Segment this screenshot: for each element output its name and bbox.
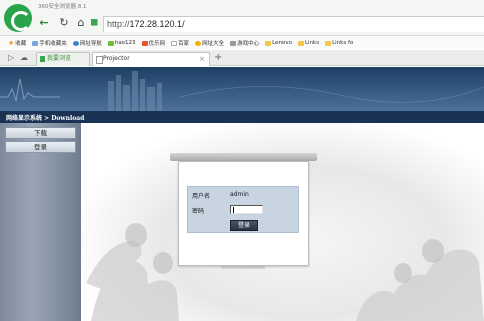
tab-projector[interactable]: Projector × <box>92 52 210 66</box>
browser-window: 360安全浏览器 8.1 ← ↻ ⌂ ◼ http://172.28.120.1… <box>0 0 484 321</box>
tab-label: 我要浏览 <box>47 55 72 62</box>
browser-logo-icon <box>4 4 32 32</box>
sidebar: 下载 登录 <box>0 123 81 321</box>
main-content: 用户名 admin 密码 登录 <box>81 123 484 321</box>
bookmark-links[interactable]: Links <box>297 40 320 46</box>
bookmark-links-fo[interactable]: Links fo <box>325 40 353 46</box>
bookmark-mobile[interactable]: 手机收藏夹 <box>32 39 67 47</box>
back-arrow-icon[interactable]: ← <box>38 17 50 29</box>
username-value: admin <box>230 191 249 198</box>
skyline-decoration <box>0 71 484 111</box>
tab-label: Projector <box>103 55 130 62</box>
sidebar-item-login[interactable]: 登录 <box>5 141 76 153</box>
password-label: 密码 <box>192 208 205 215</box>
close-icon[interactable]: × <box>199 53 205 65</box>
bookmark-label: 游戏中心 <box>237 41 260 47</box>
login-button[interactable]: 登录 <box>230 220 258 231</box>
page-icon <box>171 40 178 46</box>
new-tab-button[interactable]: + <box>214 52 222 63</box>
folder-icon <box>265 40 272 46</box>
globe-icon <box>72 40 79 46</box>
login-form: 用户名 admin 密码 登录 <box>187 186 299 233</box>
bookmark-label: 网址导航 <box>79 41 102 47</box>
app-title: 360安全浏览器 8.1 <box>38 4 87 10</box>
bookmark-nav[interactable]: 网址导航 <box>72 39 102 47</box>
breadcrumb-bar: 网络显示系统 > Download <box>0 111 484 123</box>
bookmark-label: Lenovo <box>272 40 292 46</box>
security-shield-icon[interactable]: ◼ <box>90 17 100 29</box>
bookmark-label: Links fo <box>332 40 354 46</box>
bookmarks-bar: ★ 收藏 手机收藏夹 网址导航 hao123 优乐网 百家 网址大全 游戏中心 L… <box>0 37 484 49</box>
hao123-icon <box>107 40 114 46</box>
tab-bar: ▷ ☁ 我要浏览 Projector × + <box>0 50 484 66</box>
username-label: 用户名 <box>192 193 211 200</box>
address-bar[interactable]: http://172.28.120.1/ <box>103 16 484 32</box>
bookmark-games[interactable]: 游戏中心 <box>230 39 259 47</box>
browser-titlebar: 360安全浏览器 8.1 ← ↻ ⌂ ◼ http://172.28.120.1… <box>0 0 484 36</box>
bookmark-label: 网址大全 <box>202 41 225 47</box>
bookmark-label: 百家 <box>178 41 190 47</box>
bookmark-lenovo[interactable]: Lenovo <box>265 40 292 46</box>
bookmark-daquan[interactable]: 网址大全 <box>195 39 224 47</box>
projector-screen-case <box>170 153 317 161</box>
bookmark-label: hao123 <box>114 40 136 46</box>
password-input[interactable] <box>230 205 263 214</box>
gamepad-icon <box>230 40 237 46</box>
sidebar-item-download[interactable]: 下载 <box>5 127 76 139</box>
bookmark-label: 手机收藏夹 <box>39 41 67 47</box>
bookmark-label: 收藏 <box>15 41 27 47</box>
daquan-icon <box>195 40 202 46</box>
youle-icon <box>141 40 148 46</box>
username-row: 用户名 admin <box>190 189 298 202</box>
bookmark-favorites[interactable]: ★ 收藏 <box>8 39 26 47</box>
sidebar-toggle-icon[interactable]: ▷ <box>8 53 14 62</box>
bookmark-label: 优乐网 <box>148 41 166 47</box>
tab-browse[interactable]: 我要浏览 <box>36 52 90 66</box>
bookmark-baijia[interactable]: 百家 <box>171 39 189 47</box>
bookmark-youle[interactable]: 优乐网 <box>141 39 166 47</box>
breadcrumb: 网络显示系统 > Download <box>6 115 85 122</box>
star-icon: ★ <box>8 39 15 47</box>
cloud-icon[interactable]: ☁ <box>20 53 28 62</box>
folder-icon <box>325 40 332 46</box>
home-icon[interactable]: ⌂ <box>75 17 87 29</box>
bookmark-label: Links <box>304 40 320 46</box>
url-prefix: http:// <box>107 19 130 29</box>
url-host: 172.28.120.1/ <box>129 19 185 29</box>
folder-icon <box>297 40 304 46</box>
bookmark-hao123[interactable]: hao123 <box>107 40 136 46</box>
password-row: 密码 <box>190 204 298 217</box>
phone-icon <box>32 40 39 46</box>
refresh-icon[interactable]: ↻ <box>58 17 70 29</box>
page-banner <box>0 67 484 111</box>
